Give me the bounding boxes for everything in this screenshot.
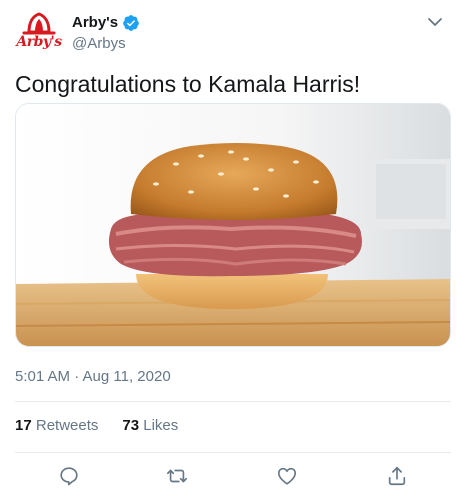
likes-stat[interactable]: 73 Likes (122, 416, 178, 436)
share-button[interactable] (383, 462, 411, 490)
share-icon (388, 466, 406, 486)
retweets-count: 17 (15, 417, 32, 434)
tweet-stats: 17 Retweets 73 Likes (15, 416, 202, 436)
author-handle[interactable]: @Arbys (72, 34, 140, 54)
retweets-label: Retweets (35, 417, 99, 434)
like-icon (277, 467, 297, 485)
tweet-header: Arby's Arby's @Arbys (15, 10, 451, 56)
tweet-menu-chevron-icon[interactable] (425, 12, 445, 32)
retweet-button[interactable] (163, 462, 191, 490)
author-display-name[interactable]: Arby's (72, 13, 118, 32)
reply-icon (60, 467, 78, 486)
like-button[interactable] (273, 462, 301, 490)
likes-count: 73 (122, 417, 140, 434)
avatar[interactable]: Arby's (15, 12, 63, 56)
tweet-timestamp[interactable]: 5:01 AM · Aug 11, 2020 (15, 367, 171, 387)
retweets-stat[interactable]: 17 Retweets (15, 416, 98, 436)
tweet-actions (15, 462, 451, 490)
author-block: Arby's @Arbys (72, 13, 140, 54)
retweet-icon (167, 469, 187, 483)
divider (15, 452, 451, 453)
sandwich-photo-icon (16, 104, 450, 346)
likes-label: Likes (143, 417, 179, 434)
tweet-text: Congratulations to Kamala Harris! (15, 71, 361, 97)
verified-badge-icon (123, 14, 139, 31)
reply-button[interactable] (55, 462, 83, 490)
divider (15, 401, 451, 402)
avatar-logo-text: Arby's (16, 34, 62, 50)
tweet-media-photo[interactable] (15, 103, 451, 347)
